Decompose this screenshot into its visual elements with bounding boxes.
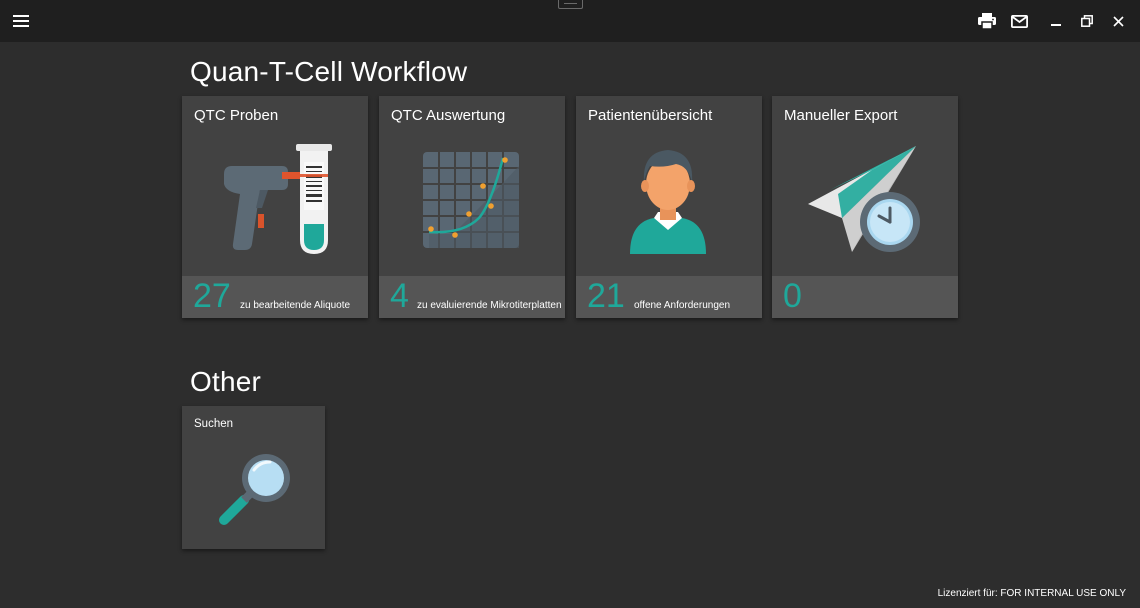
close-icon[interactable] — [1105, 8, 1131, 34]
section-title-workflow: Quan-T-Cell Workflow — [190, 56, 468, 87]
tile-title: QTC Auswertung — [391, 107, 506, 124]
tile-qtc-auswertung[interactable]: QTC Auswertung 4 zu evaluierende Mikroti… — [379, 96, 565, 318]
paper-plane-clock-icon — [808, 144, 924, 261]
chart-grid-icon — [423, 152, 519, 253]
restore-icon[interactable] — [1074, 8, 1100, 34]
tile-subtitle: offene Anforderungen — [634, 300, 731, 311]
hamburger-icon[interactable] — [8, 8, 34, 34]
title-bar — [0, 0, 1140, 42]
section-title-other: Other — [190, 366, 262, 397]
tile-title: Manueller Export — [784, 107, 898, 124]
tile-footer: 27 zu bearbeitende Aliquote — [182, 276, 368, 318]
tile-count: 0 — [783, 277, 802, 315]
tile-manueller-export[interactable]: Manueller Export 0 — [772, 96, 958, 318]
magnifier-icon — [214, 450, 294, 535]
tile-count: 4 — [390, 277, 409, 315]
tile-patientenuebersicht[interactable]: Patientenübersicht 21 offene Anforderung… — [576, 96, 762, 318]
tile-footer: 0 — [772, 276, 958, 318]
tile-footer: 4 zu evaluierende Mikrotiterplatten — [379, 276, 565, 318]
tile-count: 21 — [587, 277, 625, 315]
tile-title: QTC Proben — [194, 107, 279, 124]
tile-title: Patientenübersicht — [588, 107, 713, 124]
mail-icon[interactable] — [1006, 8, 1032, 34]
tile-footer: 21 offene Anforderungen — [576, 276, 762, 318]
tile-qtc-proben[interactable]: QTC Proben 27 zu bearbeitende Aliquote — [182, 96, 368, 318]
tile-subtitle: zu bearbeitende Aliquote — [240, 300, 351, 311]
license-text: Lizenziert für: FOR INTERNAL USE ONLY — [937, 588, 1126, 599]
minimize-icon[interactable] — [1043, 8, 1069, 34]
tile-suchen[interactable]: Suchen — [182, 406, 325, 549]
patient-avatar-icon — [626, 144, 710, 259]
barcode-scanner-test-tube-icon — [218, 144, 334, 261]
print-icon[interactable] — [974, 8, 1000, 34]
tile-subtitle: zu evaluierende Mikrotiterplatten — [417, 300, 562, 311]
drag-handle[interactable] — [558, 0, 583, 9]
tile-count: 27 — [193, 277, 231, 315]
tile-title: Suchen — [194, 418, 234, 430]
